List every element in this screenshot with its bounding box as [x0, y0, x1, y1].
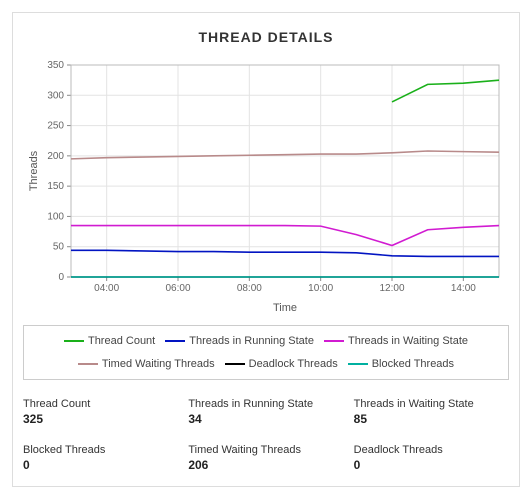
stat-value: 206	[188, 458, 343, 472]
stat-cell: Deadlock Threads 0	[354, 444, 509, 472]
stat-label: Threads in Running State	[188, 398, 343, 410]
stat-label: Timed Waiting Threads	[188, 444, 343, 456]
legend-item: Timed Waiting Threads	[78, 355, 215, 374]
stat-label: Thread Count	[23, 398, 178, 410]
legend-swatch	[64, 340, 84, 342]
chart-legend: Thread Count Threads in Running State Thre…	[23, 325, 509, 380]
thread-chart: 0 50 100 150 200 250 300 350 04:00 06:00 08:00 10:0…	[23, 57, 509, 317]
stat-cell: Timed Waiting Threads 206	[188, 444, 343, 472]
legend-item: Threads in Running State	[165, 332, 314, 351]
legend-swatch	[78, 363, 98, 365]
svg-text:04:00: 04:00	[94, 283, 119, 294]
svg-text:100: 100	[47, 211, 64, 222]
stat-label: Threads in Waiting State	[354, 398, 509, 410]
legend-label: Blocked Threads	[372, 355, 454, 374]
stat-value: 325	[23, 412, 178, 426]
svg-text:200: 200	[47, 151, 64, 162]
svg-text:50: 50	[53, 242, 65, 253]
legend-label: Deadlock Threads	[249, 355, 338, 374]
stat-value: 0	[23, 458, 178, 472]
legend-label: Timed Waiting Threads	[102, 355, 215, 374]
stat-label: Deadlock Threads	[354, 444, 509, 456]
stat-label: Blocked Threads	[23, 444, 178, 456]
legend-swatch	[348, 363, 368, 365]
stat-value: 0	[354, 458, 509, 472]
stat-cell: Blocked Threads 0	[23, 444, 178, 472]
stats-grid: Thread Count 325 Threads in Running State 3…	[23, 398, 509, 472]
legend-swatch	[225, 363, 245, 365]
svg-text:350: 350	[47, 60, 64, 71]
stat-value: 34	[188, 412, 343, 426]
stat-cell: Thread Count 325	[23, 398, 178, 426]
svg-text:08:00: 08:00	[237, 283, 262, 294]
legend-label: Thread Count	[88, 332, 155, 351]
legend-swatch	[324, 340, 344, 342]
legend-swatch	[165, 340, 185, 342]
stat-value: 85	[354, 412, 509, 426]
svg-text:06:00: 06:00	[165, 283, 190, 294]
legend-item: Threads in Waiting State	[324, 332, 468, 351]
svg-text:250: 250	[47, 121, 64, 132]
page-title: THREAD DETAILS	[23, 29, 509, 45]
svg-text:Threads: Threads	[28, 150, 40, 191]
svg-text:0: 0	[58, 272, 64, 283]
legend-label: Threads in Running State	[189, 332, 314, 351]
stat-cell: Threads in Running State 34	[188, 398, 343, 426]
svg-text:10:00: 10:00	[308, 283, 333, 294]
svg-text:Time: Time	[273, 302, 297, 314]
legend-item: Deadlock Threads	[225, 355, 338, 374]
svg-text:12:00: 12:00	[379, 283, 404, 294]
legend-label: Threads in Waiting State	[348, 332, 468, 351]
chart-svg: 0 50 100 150 200 250 300 350 04:00 06:00 08:00 10:0…	[23, 57, 509, 317]
legend-item: Blocked Threads	[348, 355, 454, 374]
svg-text:14:00: 14:00	[451, 283, 476, 294]
legend-item: Thread Count	[64, 332, 155, 351]
svg-text:150: 150	[47, 181, 64, 192]
svg-text:300: 300	[47, 90, 64, 101]
thread-details-panel: THREAD DETAILS 0 50 100 150 200 250 300 350 04:0…	[12, 12, 520, 487]
stat-cell: Threads in Waiting State 85	[354, 398, 509, 426]
